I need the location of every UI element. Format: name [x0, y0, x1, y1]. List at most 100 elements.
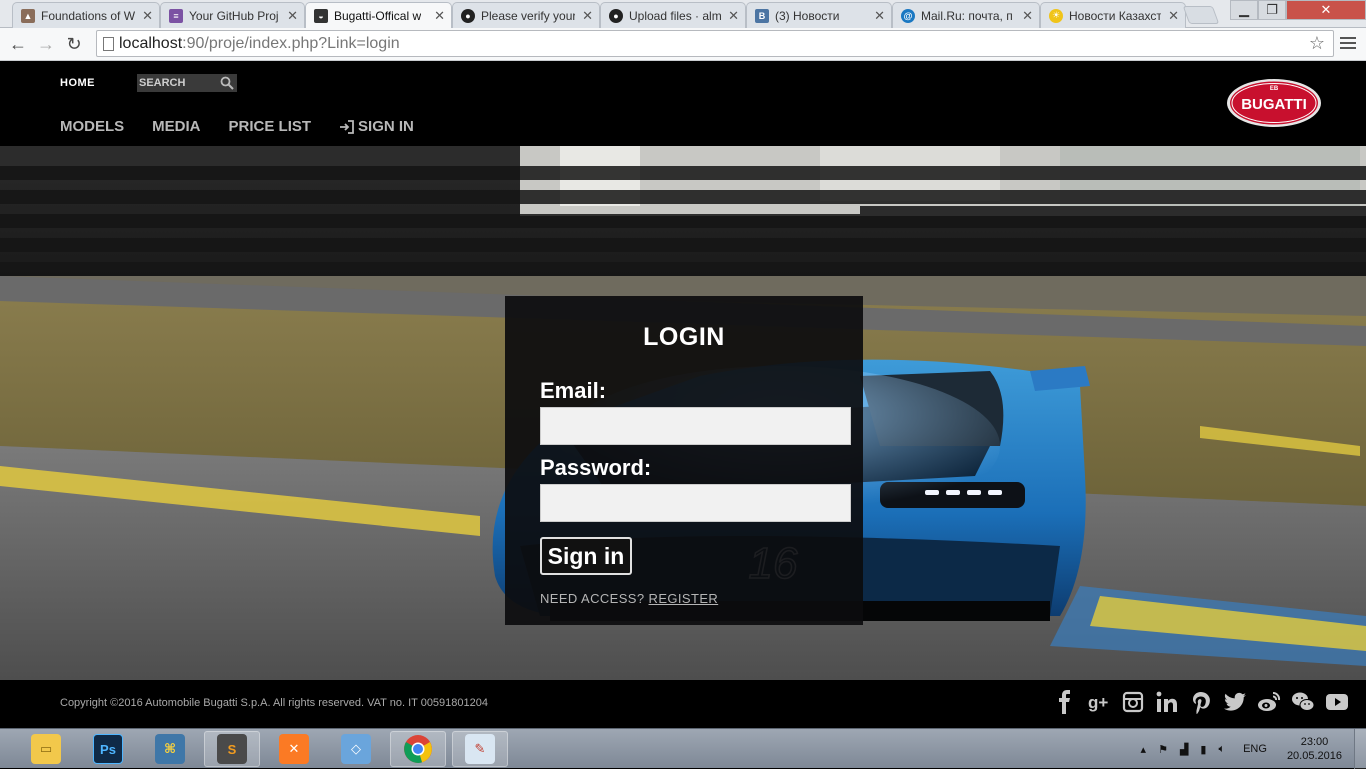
bookmark-star-icon[interactable]: ☆ — [1309, 33, 1325, 54]
search-input[interactable]: SEARCH — [137, 74, 237, 92]
chrome-button[interactable] — [390, 731, 446, 767]
chrome-menu-icon[interactable] — [1340, 33, 1356, 53]
login-title: LOGIN — [643, 323, 725, 351]
tab-vk-news[interactable]: B (3) Новости ✕ — [746, 2, 892, 28]
close-icon[interactable]: ✕ — [1168, 8, 1179, 24]
wechat-icon[interactable] — [1291, 690, 1315, 714]
tab-title: Новости Казахст — [1069, 8, 1161, 23]
login-panel: LOGIN Email: Password: Sign in NEED ACCE… — [505, 296, 863, 625]
language-indicator[interactable]: ENG — [1243, 743, 1267, 755]
password-field[interactable] — [540, 484, 851, 522]
bugatti-logo[interactable]: BUGATTI EB — [1226, 78, 1322, 128]
pinterest-icon[interactable] — [1189, 690, 1213, 714]
tab-kz-news[interactable]: ☀ Новости Казахст ✕ — [1040, 2, 1186, 28]
tab-title: Please verify your — [481, 8, 575, 23]
explorer-button[interactable]: ▭ — [18, 731, 74, 767]
url-host: localhost — [119, 34, 183, 52]
chrome-icon — [404, 735, 432, 763]
network-icon[interactable]: ▟ — [1180, 743, 1188, 756]
mailru-icon: @ — [901, 8, 915, 23]
person-icon: ▲ — [21, 8, 35, 23]
window-close-button[interactable]: ✕ — [1286, 0, 1366, 20]
reload-icon[interactable]: ↻ — [62, 32, 86, 56]
form-icon: ≡ — [169, 8, 183, 23]
vk-icon: B — [755, 8, 769, 23]
system-tray: ▴ ⚑ ▟ ▮ 🔈︎ ENG 23:00 20.05.2016 — [1135, 729, 1366, 769]
url-path: :90/proje/index.php?Link=login — [182, 34, 400, 52]
nav-models[interactable]: MODELS — [60, 118, 124, 135]
volume-icon[interactable]: 🔈︎ — [1218, 743, 1225, 756]
linkedin-icon[interactable] — [1155, 690, 1179, 714]
github-icon: ● — [609, 8, 623, 23]
clock-time: 23:00 — [1300, 736, 1329, 748]
tab-title: Foundations of W — [41, 8, 135, 23]
email-label: Email: — [540, 378, 607, 403]
tab-title: Bugatti-Offical w — [334, 8, 422, 23]
photoshop-button[interactable]: Ps — [80, 731, 136, 767]
google-plus-icon[interactable]: g+ — [1087, 690, 1111, 714]
close-icon[interactable]: ✕ — [142, 8, 153, 24]
nav-price-list[interactable]: PRICE LIST — [229, 118, 312, 135]
maximize-button[interactable]: ❐ — [1258, 0, 1286, 20]
sublime-button[interactable]: S — [204, 731, 260, 767]
svg-text:EB: EB — [1270, 86, 1279, 92]
tab-title: Your GitHub Proj — [189, 8, 279, 23]
tab-github-project[interactable]: ≡ Your GitHub Proj ✕ — [160, 2, 305, 28]
logo-text: BUGATTI — [1241, 96, 1307, 113]
nav-media[interactable]: MEDIA — [152, 118, 200, 135]
minimize-button[interactable]: ▁ — [1230, 0, 1258, 20]
back-icon[interactable]: ← — [6, 32, 30, 56]
sublime-icon: S — [217, 734, 247, 764]
close-icon[interactable]: ✕ — [874, 8, 885, 24]
main-nav: MODELS MEDIA PRICE LIST SIGN IN — [60, 118, 414, 135]
tab-title: Mail.Ru: почта, п — [921, 8, 1013, 23]
site-footer: Copyright ©2016 Automobile Bugatti S.p.A… — [0, 680, 1366, 728]
address-bar[interactable]: localhost:90/proje/index.php?Link=login … — [96, 30, 1334, 57]
close-icon[interactable]: ✕ — [728, 8, 739, 24]
need-access-label: NEED ACCESS? — [540, 591, 645, 606]
tab-title: (3) Новости — [775, 8, 840, 23]
show-desktop-button[interactable] — [1354, 729, 1366, 769]
close-icon[interactable]: ✕ — [287, 8, 298, 24]
close-icon[interactable]: ✕ — [434, 8, 445, 24]
tab-title: Upload files · alm — [629, 8, 721, 23]
action-center-flag-icon[interactable]: ⚑ — [1158, 743, 1168, 756]
page-icon — [103, 37, 114, 51]
tab-mailru[interactable]: @ Mail.Ru: почта, п ✕ — [892, 2, 1040, 28]
nav-sign-in[interactable]: SIGN IN — [339, 118, 414, 135]
tab-upload-files[interactable]: ● Upload files · alm ✕ — [600, 2, 746, 28]
paint-button[interactable]: ✎ — [452, 731, 508, 767]
email-field[interactable] — [540, 407, 851, 445]
home-link[interactable]: HOME — [60, 77, 95, 89]
weibo-icon[interactable] — [1257, 690, 1281, 714]
need-access-text: NEED ACCESS? REGISTER — [540, 591, 718, 606]
virtualbox-button[interactable]: ◇ — [328, 731, 384, 767]
python-button[interactable]: ⌘ — [142, 731, 198, 767]
sun-icon: ☀ — [1049, 8, 1063, 23]
browser-toolbar: ← → ↻ localhost:90/proje/index.php?Link=… — [0, 28, 1366, 61]
tab-bugatti[interactable]: ◒ Bugatti-Offical w ✕ — [305, 2, 452, 28]
instagram-icon[interactable] — [1121, 690, 1145, 714]
virtualbox-icon: ◇ — [341, 734, 371, 764]
facebook-icon[interactable] — [1053, 690, 1077, 714]
hero-background: 16 LOGIN Email: Password: Sign in NEED A… — [0, 146, 1366, 680]
battery-icon[interactable]: ▮ — [1200, 743, 1206, 756]
nav-sign-in-label: SIGN IN — [358, 118, 414, 135]
tab-verify[interactable]: ● Please verify your ✕ — [452, 2, 600, 28]
youtube-icon[interactable] — [1325, 690, 1349, 714]
tab-foundations[interactable]: ▲ Foundations of W ✕ — [12, 2, 160, 28]
car-icon: ◒ — [314, 8, 328, 23]
twitter-icon[interactable] — [1223, 690, 1247, 714]
register-link[interactable]: REGISTER — [649, 591, 719, 606]
close-icon[interactable]: ✕ — [582, 8, 593, 24]
sign-in-button[interactable]: Sign in — [540, 537, 632, 575]
search-placeholder: SEARCH — [139, 77, 186, 89]
search-icon[interactable] — [220, 76, 234, 90]
clock[interactable]: 23:00 20.05.2016 — [1287, 735, 1342, 763]
close-icon[interactable]: ✕ — [1022, 8, 1033, 24]
svg-text:g+: g+ — [1088, 693, 1108, 712]
xampp-button[interactable]: ✕ — [266, 731, 322, 767]
new-tab-button[interactable] — [1182, 6, 1220, 24]
tray-expand-icon[interactable]: ▴ — [1141, 743, 1147, 756]
forward-icon[interactable]: → — [34, 32, 58, 56]
